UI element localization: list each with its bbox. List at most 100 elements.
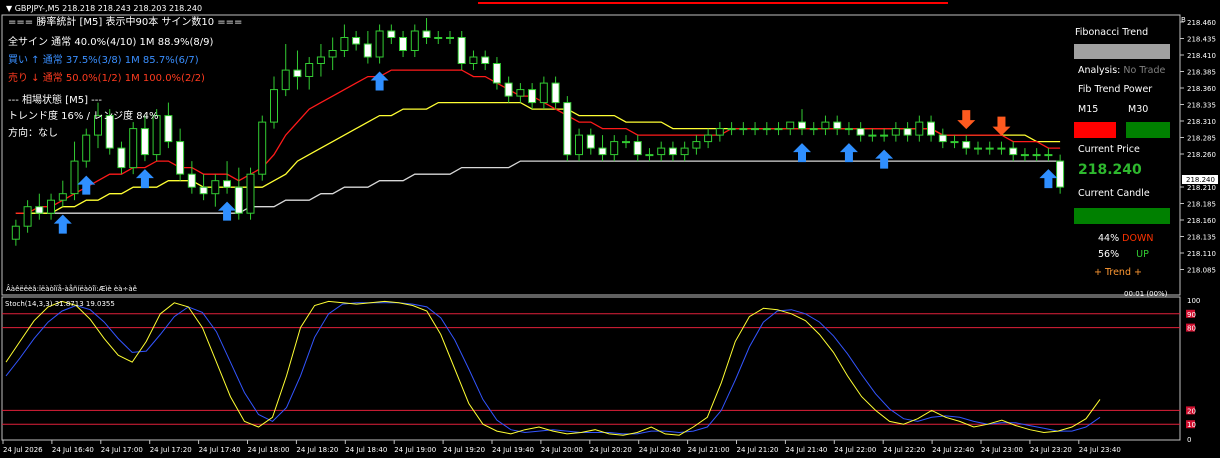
stoch-d-line [5, 302, 1101, 435]
chart-canvas[interactable]: 90802010 218.460218.435218.410218.385218… [0, 0, 1220, 458]
bar-timer: 00:01 (00%) [1124, 290, 1168, 298]
candle-bear [563, 102, 572, 156]
candle-bull [316, 56, 325, 64]
candle-bear [140, 128, 149, 156]
candle-bull [70, 160, 79, 195]
candle-bull [997, 147, 1006, 150]
down-pct: 44% [1098, 233, 1120, 244]
analysis-row: Analysis: No Trade [1078, 65, 1165, 76]
candle-bear [223, 180, 231, 188]
candle-bear [492, 63, 501, 84]
m30-indicator [1126, 122, 1170, 138]
buy-arrow-icon [839, 143, 858, 163]
candle-bull [539, 82, 548, 104]
candle-bull [868, 134, 877, 137]
sell-arrow-icon [957, 110, 976, 130]
candle-bull [446, 37, 454, 39]
candle-bull [434, 37, 443, 39]
candle-bull [880, 134, 889, 137]
time-tick-label: 24 Jul 23:40 [1079, 446, 1121, 454]
candle-bull [762, 128, 771, 131]
candle-bull [410, 30, 419, 51]
time-tick-label: 24 Jul 20:20 [590, 446, 632, 454]
current-price-label: Current Price [1078, 144, 1140, 155]
ma-yellow-line [15, 101, 1061, 214]
time-tick-label: 24 Jul 22:40 [932, 446, 974, 454]
price-axis: 218.460 218.435 218.410 218.385 218.360 218.3… [1180, 19, 1216, 275]
candle-bull [774, 128, 783, 131]
stoch-axis-bottom: 0 [1187, 436, 1191, 444]
candle-bear [927, 121, 935, 136]
candle-bear [293, 69, 302, 78]
candle-bull [47, 199, 55, 214]
stoch-label: Stoch(14,3,3) 31.8713 19.0355 [5, 300, 115, 308]
candle-bear [504, 82, 513, 97]
candle-bull [82, 134, 91, 162]
stoch-level-label: 10 [1187, 421, 1196, 429]
time-tick-label: 24 Jul 17:40 [199, 446, 241, 454]
price-tick-label: 218.285 [1187, 135, 1216, 143]
candle-bear [668, 147, 677, 156]
time-tick-label: 24 Jul 22:00 [834, 446, 876, 454]
price-tick-label: 218.385 [1187, 69, 1216, 77]
buy-arrow-icon [793, 143, 811, 163]
candle-bull [1044, 154, 1053, 157]
time-tick-label: 24 Jul 2026 [3, 446, 43, 454]
direction-label: 方向：なし [8, 128, 58, 139]
buy-arrow-icon [875, 149, 894, 169]
ma-red-line [15, 69, 1061, 214]
candle-bull [469, 56, 478, 64]
candle-bull [575, 134, 583, 156]
candle-bull [516, 89, 525, 97]
current-candle-label: Current Candle [1078, 188, 1150, 199]
time-tick-label: 24 Jul 17:00 [101, 446, 143, 454]
candle-bear [457, 37, 466, 64]
stochastic-plot: 90 80 20 10 [2, 300, 1196, 436]
current-candle-indicator [1074, 208, 1170, 224]
candle-bull [704, 134, 713, 143]
candle-bull [246, 173, 255, 214]
time-tick-label: 24 Jul 23:00 [981, 446, 1023, 454]
price-tick-label: 218.435 [1187, 36, 1216, 44]
price-plot [11, 18, 1065, 246]
price-tick-label: 218.185 [1187, 201, 1216, 209]
candle-bear [962, 141, 971, 149]
price-tick-label: 218.135 [1187, 234, 1216, 242]
candle-bull [786, 121, 795, 130]
candle-bull [974, 147, 982, 150]
stoch-level-label: 90 [1187, 311, 1196, 319]
candle-bull [891, 128, 900, 136]
state-title: --- 相場状態 [M5] --- [8, 95, 102, 106]
time-tick-label: 24 Jul 20:00 [541, 446, 583, 454]
candle-bull [715, 128, 724, 136]
candle-bear [234, 186, 243, 214]
trend-range-label: トレンド度 16% / レンジ度 84% [8, 111, 159, 122]
down-row: 44% DOWN [1098, 233, 1153, 244]
candle-bull [129, 128, 138, 169]
candle-bull [328, 50, 337, 58]
candle-bear [1009, 147, 1018, 156]
analysis-label: Analysis: [1078, 65, 1121, 76]
candle-bull [270, 89, 278, 123]
time-tick-label: 24 Jul 19:00 [394, 446, 436, 454]
candle-bear [187, 173, 196, 188]
candle-bear [586, 134, 595, 149]
candle-bull [375, 30, 384, 58]
time-tick-label: 24 Jul 18:20 [296, 446, 338, 454]
time-tick-label: 24 Jul 17:20 [150, 446, 192, 454]
candle-bull [281, 69, 290, 91]
garbled-label: Âàêëëèâ:ïëàòîïå-àåñíëàòîï:Æìè èà÷àê [6, 285, 137, 293]
candle-bull [727, 128, 736, 131]
current-price-tag: 218.240 [1186, 176, 1215, 184]
candle-bull [58, 193, 67, 201]
candle-bull [1020, 154, 1029, 157]
candle-bear [938, 134, 947, 143]
time-tick-label: 24 Jul 20:40 [639, 446, 681, 454]
m15-indicator [1074, 122, 1116, 138]
ma-white-line [15, 160, 1061, 214]
candle-bear [633, 141, 642, 156]
candle-bull [610, 141, 619, 156]
price-tick-label: 218.310 [1187, 118, 1216, 126]
candle-bull [23, 206, 32, 227]
stats-title: === 勝率統計 [M5] 表示中90本 サイン数10 === [8, 17, 243, 28]
